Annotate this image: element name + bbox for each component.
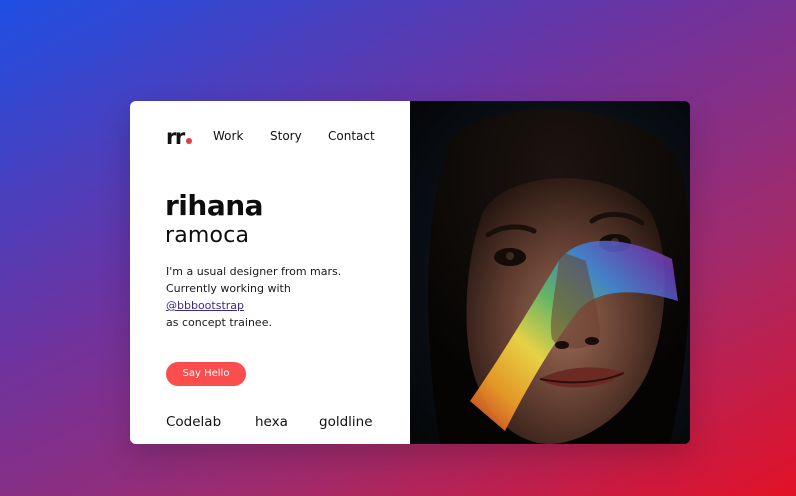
bio-text: I'm a usual designer from mars. Currentl… — [166, 263, 391, 331]
say-hello-button[interactable]: Say Hello — [166, 362, 246, 386]
brand-logo[interactable]: rr — [166, 125, 192, 149]
brand-logo-text: rr — [166, 125, 185, 149]
nav-item-story[interactable]: Story — [270, 129, 302, 143]
bio-link-bbbootstrap[interactable]: @bbbootstrap — [166, 299, 244, 312]
last-name-heading: ramoca — [165, 223, 250, 248]
client-hexa: hexa — [255, 414, 288, 430]
portrait-illustration — [410, 101, 690, 444]
profile-panel: rr Work Story Contact rihana ramoca I'm … — [130, 101, 410, 444]
bio-line-2: Currently working with — [166, 282, 291, 295]
nav-item-contact[interactable]: Contact — [328, 129, 375, 143]
client-codelab: Codelab — [166, 414, 222, 430]
profile-card: rr Work Story Contact rihana ramoca I'm … — [130, 101, 690, 444]
bio-line-3: as concept trainee. — [166, 316, 272, 329]
logo-dot-icon — [185, 138, 192, 144]
first-name-heading: rihana — [165, 189, 264, 222]
bio-line-1: I'm a usual designer from mars. — [166, 265, 342, 278]
client-goldline: goldline — [319, 414, 373, 430]
portrait-photo — [410, 101, 690, 444]
nav-item-work[interactable]: Work — [213, 129, 243, 143]
